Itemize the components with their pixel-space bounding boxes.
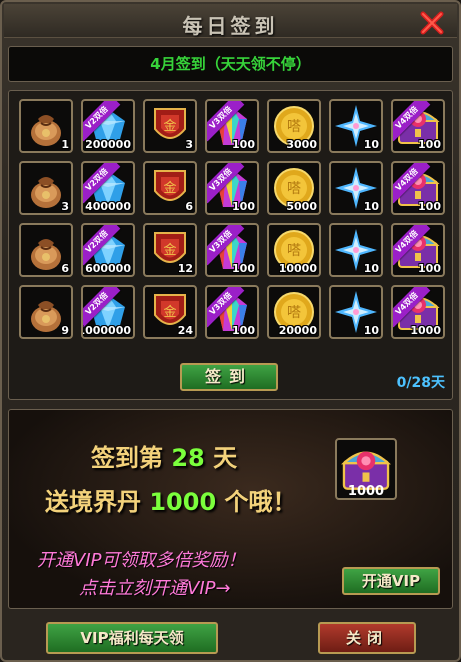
reward-count: 100: [232, 262, 255, 275]
promo-line1-suffix: 天: [204, 444, 238, 472]
vip-daily-button[interactable]: VIP福利每天领: [46, 622, 218, 654]
reward-slot[interactable]: 10: [329, 161, 383, 215]
reward-slot[interactable]: 金 24: [143, 285, 197, 339]
reward-slot[interactable]: V4双倍 100: [391, 161, 445, 215]
promo-amount: 1000: [149, 488, 217, 516]
reward-count: 100: [232, 324, 255, 337]
reward-count: 200000: [85, 138, 131, 151]
reward-count: 9: [61, 324, 69, 337]
reward-slot[interactable]: V3双倍 100: [205, 285, 259, 339]
reward-count: 1000000: [81, 324, 131, 337]
reward-slot[interactable]: 嗒 20000: [267, 285, 321, 339]
svg-text:嗒: 嗒: [287, 305, 301, 321]
month-banner: 4月签到（天天领不停）: [8, 46, 453, 82]
reward-count: 10: [363, 324, 379, 337]
reward-count: 20000: [278, 324, 317, 337]
svg-text:金: 金: [163, 242, 176, 258]
reward-count: 10000: [278, 262, 317, 275]
reward-grid: 1 V2双倍 200000 金 3 V3双倍 100 嗒 3000 10 V4双倍 100 3 V2双倍 4…: [8, 90, 453, 400]
reward-count: 400000: [85, 200, 131, 213]
reward-count: 3: [185, 138, 193, 151]
reward-slot[interactable]: 6: [19, 223, 73, 277]
reward-count: 100: [418, 200, 441, 213]
vip-promo-line-2[interactable]: 点击立刻开通VIP→: [79, 574, 231, 600]
svg-text:金: 金: [163, 180, 176, 196]
promo-line2-prefix: 送境界丹: [45, 488, 150, 516]
promo-line-2: 送境界丹 1000 个哦！: [45, 482, 297, 517]
reward-slot[interactable]: V4双倍 100: [391, 99, 445, 153]
treasure-chest-icon: [341, 451, 391, 490]
close-button[interactable]: 关闭: [318, 622, 416, 654]
svg-text:金: 金: [163, 118, 176, 134]
reward-count: 10: [363, 200, 379, 213]
reward-slot[interactable]: V3双倍 100: [205, 161, 259, 215]
reward-slot[interactable]: V2双倍 200000: [81, 99, 135, 153]
svg-text:嗒: 嗒: [287, 119, 301, 135]
reward-slot[interactable]: V4双倍 1000: [391, 285, 445, 339]
reward-count: 100: [418, 138, 441, 151]
promo-line2-suffix: 个哦！: [216, 488, 297, 516]
open-vip-button[interactable]: 开通VIP: [342, 567, 440, 595]
reward-count: 3: [61, 200, 69, 213]
reward-slot[interactable]: 金3: [143, 99, 197, 153]
title-bar: 每日签到: [4, 4, 457, 38]
reward-slot[interactable]: 10: [329, 285, 383, 339]
promo-banner: 签到第 28 天 送境界丹 1000 个哦！ 1000 开通VIP可领取多倍奖励…: [8, 409, 453, 609]
reward-slot[interactable]: 嗒 10000: [267, 223, 321, 277]
sign-progress: 0/28天: [396, 375, 445, 391]
reward-slot[interactable]: V2双倍 1000000: [81, 285, 135, 339]
reward-slot[interactable]: 金 12: [143, 223, 197, 277]
promo-day: 28: [171, 444, 205, 472]
reward-count: 3000: [286, 138, 317, 151]
reward-slot[interactable]: V3双倍 100: [205, 99, 259, 153]
sign-in-button[interactable]: 签到: [180, 363, 278, 391]
reward-slot[interactable]: 嗒 5000: [267, 161, 321, 215]
vip-promo-line-1: 开通VIP可领取多倍奖励！: [37, 550, 246, 571]
reward-slot[interactable]: 1: [19, 99, 73, 153]
reward-slot[interactable]: 10: [329, 223, 383, 277]
reward-count: 1: [61, 138, 69, 151]
reward-slot[interactable]: 嗒 3000: [267, 99, 321, 153]
reward-slot[interactable]: 3: [19, 161, 73, 215]
close-x-icon[interactable]: [419, 10, 445, 36]
sign-in-window: 每日签到 4月签到（天天领不停） 1 V2双倍 200000 金 3 V3双倍 100 嗒 30…: [0, 0, 461, 662]
svg-text:嗒: 嗒: [287, 243, 301, 259]
reward-slot[interactable]: V2双倍 600000: [81, 223, 135, 277]
reward-count: 100: [232, 138, 255, 151]
reward-count: 1000: [410, 324, 441, 337]
svg-text:嗒: 嗒: [287, 181, 301, 197]
reward-count: 10: [363, 262, 379, 275]
promo-line-1: 签到第 28 天: [91, 438, 237, 473]
reward-slot[interactable]: 金6: [143, 161, 197, 215]
reward-count: 10: [363, 138, 379, 151]
reward-count: 6: [185, 200, 193, 213]
reward-count: 100: [418, 262, 441, 275]
reward-slot[interactable]: V4双倍 100: [391, 223, 445, 277]
window-title: 每日签到: [182, 14, 279, 38]
reward-slot[interactable]: V2双倍 400000: [81, 161, 135, 215]
promo-line1-prefix: 签到第: [91, 444, 172, 472]
reward-slot[interactable]: 10: [329, 99, 383, 153]
reward-slot[interactable]: 9: [19, 285, 73, 339]
reward-count: 600000: [85, 262, 131, 275]
reward-count: 24: [177, 324, 193, 337]
svg-text:金: 金: [163, 304, 176, 320]
promo-reward-slot[interactable]: [335, 438, 397, 500]
reward-slot[interactable]: V3双倍 100: [205, 223, 259, 277]
reward-count: 12: [177, 262, 193, 275]
reward-count: 100: [232, 200, 255, 213]
reward-count: 5000: [286, 200, 317, 213]
reward-count: 6: [61, 262, 69, 275]
